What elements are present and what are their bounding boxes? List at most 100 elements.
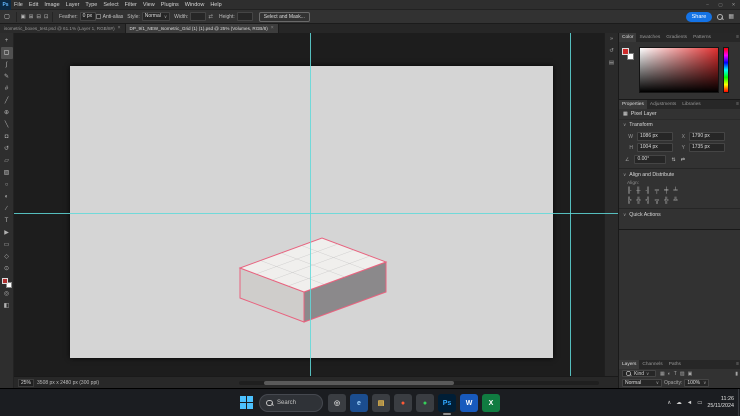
transform-y-field[interactable]: 1735 px (689, 143, 725, 152)
start-button[interactable] (240, 396, 254, 410)
close-button[interactable]: ✕ (727, 0, 740, 10)
distribute-center-icon[interactable]: ╬ (636, 198, 640, 204)
move-tool[interactable]: + (1, 35, 13, 47)
type-tool[interactable]: T (1, 215, 13, 227)
tab-properties[interactable]: Properties (619, 100, 647, 109)
align-center-h-icon[interactable]: ╫ (636, 188, 640, 194)
tab-paths[interactable]: Paths (666, 360, 684, 369)
isometric-box-artwork[interactable] (234, 231, 404, 331)
layer-filter-kind[interactable]: Kind ∨ (622, 370, 656, 377)
menu-item-edit[interactable]: Edit (26, 0, 41, 10)
align-top-icon[interactable]: ╤ (655, 188, 659, 194)
antialias-checkbox[interactable] (95, 14, 101, 19)
pen-tool[interactable]: ∕ (1, 203, 13, 215)
vertical-guide-center[interactable] (310, 33, 311, 376)
photoshop-app-icon[interactable]: Ps (438, 394, 456, 415)
align-distribute-header[interactable]: Align and Distribute (629, 172, 674, 178)
taskbar-clock[interactable]: 11:26 25/11/2024 (707, 396, 734, 410)
tab-color[interactable]: Color (619, 33, 637, 42)
transform-x-field[interactable]: 1790 px (689, 132, 725, 141)
crop-tool[interactable]: # (1, 83, 13, 95)
menu-item-type[interactable]: Type (82, 0, 100, 10)
distribute-h-icon[interactable]: ╠ (627, 198, 631, 204)
volume-icon[interactable]: ◄ (687, 400, 692, 406)
eraser-tool[interactable]: ▱ (1, 155, 13, 167)
tab-channels[interactable]: Channels (639, 360, 665, 369)
tab-layers[interactable]: Layers (619, 360, 640, 369)
history-icon[interactable]: ↺ (609, 48, 614, 54)
collapse-panels-icon[interactable]: » (610, 36, 613, 42)
document-tab[interactable]: isometric_boxes_test.psd @ 61.1% (Layer … (0, 24, 126, 33)
gradient-tool[interactable]: ▨ (1, 167, 13, 179)
filter-smart-icon[interactable]: ▣ (688, 371, 693, 377)
canvas-horizontal-scrollbar[interactable] (239, 381, 599, 385)
tab-gradients[interactable]: Gradients (663, 33, 690, 42)
minimize-button[interactable]: – (701, 0, 714, 10)
dodge-tool[interactable]: ◐ (1, 191, 13, 203)
panel-menu-icon[interactable]: ≡ (734, 100, 740, 109)
cloud-icon[interactable]: ☁ (676, 400, 682, 406)
distribute-top-icon[interactable]: ╦ (655, 198, 659, 204)
align-bottom-icon[interactable]: ╧ (673, 188, 677, 194)
align-right-icon[interactable]: ╢ (646, 188, 650, 194)
workspace-switcher-icon[interactable]: ▦ (728, 13, 734, 20)
horizontal-guide-center[interactable] (14, 213, 618, 214)
canvas-area[interactable]: 25% 3508 px x 2480 px (300 ppi) (14, 33, 618, 388)
word-app-icon[interactable]: W (460, 394, 478, 412)
tab-close-icon[interactable]: × (271, 24, 274, 33)
feather-field[interactable]: 0 px (79, 12, 96, 21)
distribute-middle-icon[interactable]: ╬ (664, 198, 668, 204)
tab-adjustments[interactable]: Adjustments (647, 100, 679, 109)
filter-shape-icon[interactable]: ▨ (680, 371, 685, 377)
healing-brush-tool[interactable]: ⊕ (1, 107, 13, 119)
filter-pixel-icon[interactable]: ▦ (660, 371, 665, 377)
panel-menu-icon[interactable]: ≡ (734, 360, 740, 369)
color-swatches[interactable] (1, 278, 12, 288)
hand-tool[interactable]: ◇ (1, 251, 13, 263)
align-center-v-icon[interactable]: ╪ (664, 188, 668, 194)
menu-item-file[interactable]: File (11, 0, 26, 10)
tab-patterns[interactable]: Patterns (690, 33, 714, 42)
panel-menu-icon[interactable]: ≡ (734, 33, 740, 42)
excel-app-icon[interactable]: X (482, 394, 500, 412)
filter-toggle-icon[interactable]: ▮ (735, 371, 738, 377)
eyedropper-tool[interactable]: ╱ (1, 95, 13, 107)
marquee-tool[interactable]: ▢ (0, 47, 13, 59)
select-and-mask-button[interactable]: Select and Mask... (258, 11, 310, 22)
maximize-button[interactable]: ▢ (714, 0, 727, 10)
swap-dimensions-icon[interactable]: ⇄ (208, 14, 213, 20)
history-brush-tool[interactable]: ↺ (1, 143, 13, 155)
brush-tool[interactable]: ╲ (1, 119, 13, 131)
align-left-icon[interactable]: ╟ (627, 188, 631, 194)
color-saturation-picker[interactable] (639, 47, 719, 93)
edge-app-icon[interactable]: e (350, 394, 368, 412)
height-field[interactable] (236, 12, 253, 21)
filter-type-icon[interactable]: T (674, 371, 677, 377)
hue-slider[interactable] (723, 47, 729, 93)
add-selection-icon[interactable]: ⊞ (27, 14, 35, 20)
distribute-bottom-icon[interactable]: ╩ (673, 198, 677, 204)
taskbar-search[interactable]: Search (259, 394, 323, 412)
style-dropdown[interactable]: Normal ∨ (141, 12, 171, 21)
opacity-field[interactable]: 100% ∨ (684, 378, 710, 387)
menu-item-view[interactable]: View (140, 0, 158, 10)
intersect-selection-icon[interactable]: ⊡ (42, 14, 50, 20)
screen-mode-icon[interactable]: ◧ (1, 300, 13, 312)
settings-app-icon[interactable]: ◎ (328, 394, 346, 412)
tab-libraries[interactable]: Libraries (679, 100, 703, 109)
transform-width-field[interactable]: 1086 px (637, 132, 673, 141)
menu-item-select[interactable]: Select (100, 0, 121, 10)
battery-icon[interactable]: ▭ (697, 400, 702, 406)
shape-tool[interactable]: ▭ (1, 239, 13, 251)
quick-actions-header[interactable]: Quick Actions (629, 212, 660, 218)
distribute-v-icon[interactable]: ╣ (646, 198, 650, 204)
tab-swatches[interactable]: Swatches (636, 33, 663, 42)
document-tab[interactable]: DP_9/1_NEW_Isometric_Grid (1) (1).psd @ … (125, 24, 279, 33)
clone-stamp-tool[interactable]: ◘ (1, 131, 13, 143)
foreground-color-swatch[interactable] (1, 278, 8, 284)
quick-selection-tool[interactable]: ✎ (1, 71, 13, 83)
menu-item-filter[interactable]: Filter (122, 0, 140, 10)
share-button[interactable]: Share (685, 11, 713, 22)
zoom-level-field[interactable]: 25% (18, 378, 35, 387)
rotate-angle-field[interactable]: 0.00° (634, 155, 667, 164)
